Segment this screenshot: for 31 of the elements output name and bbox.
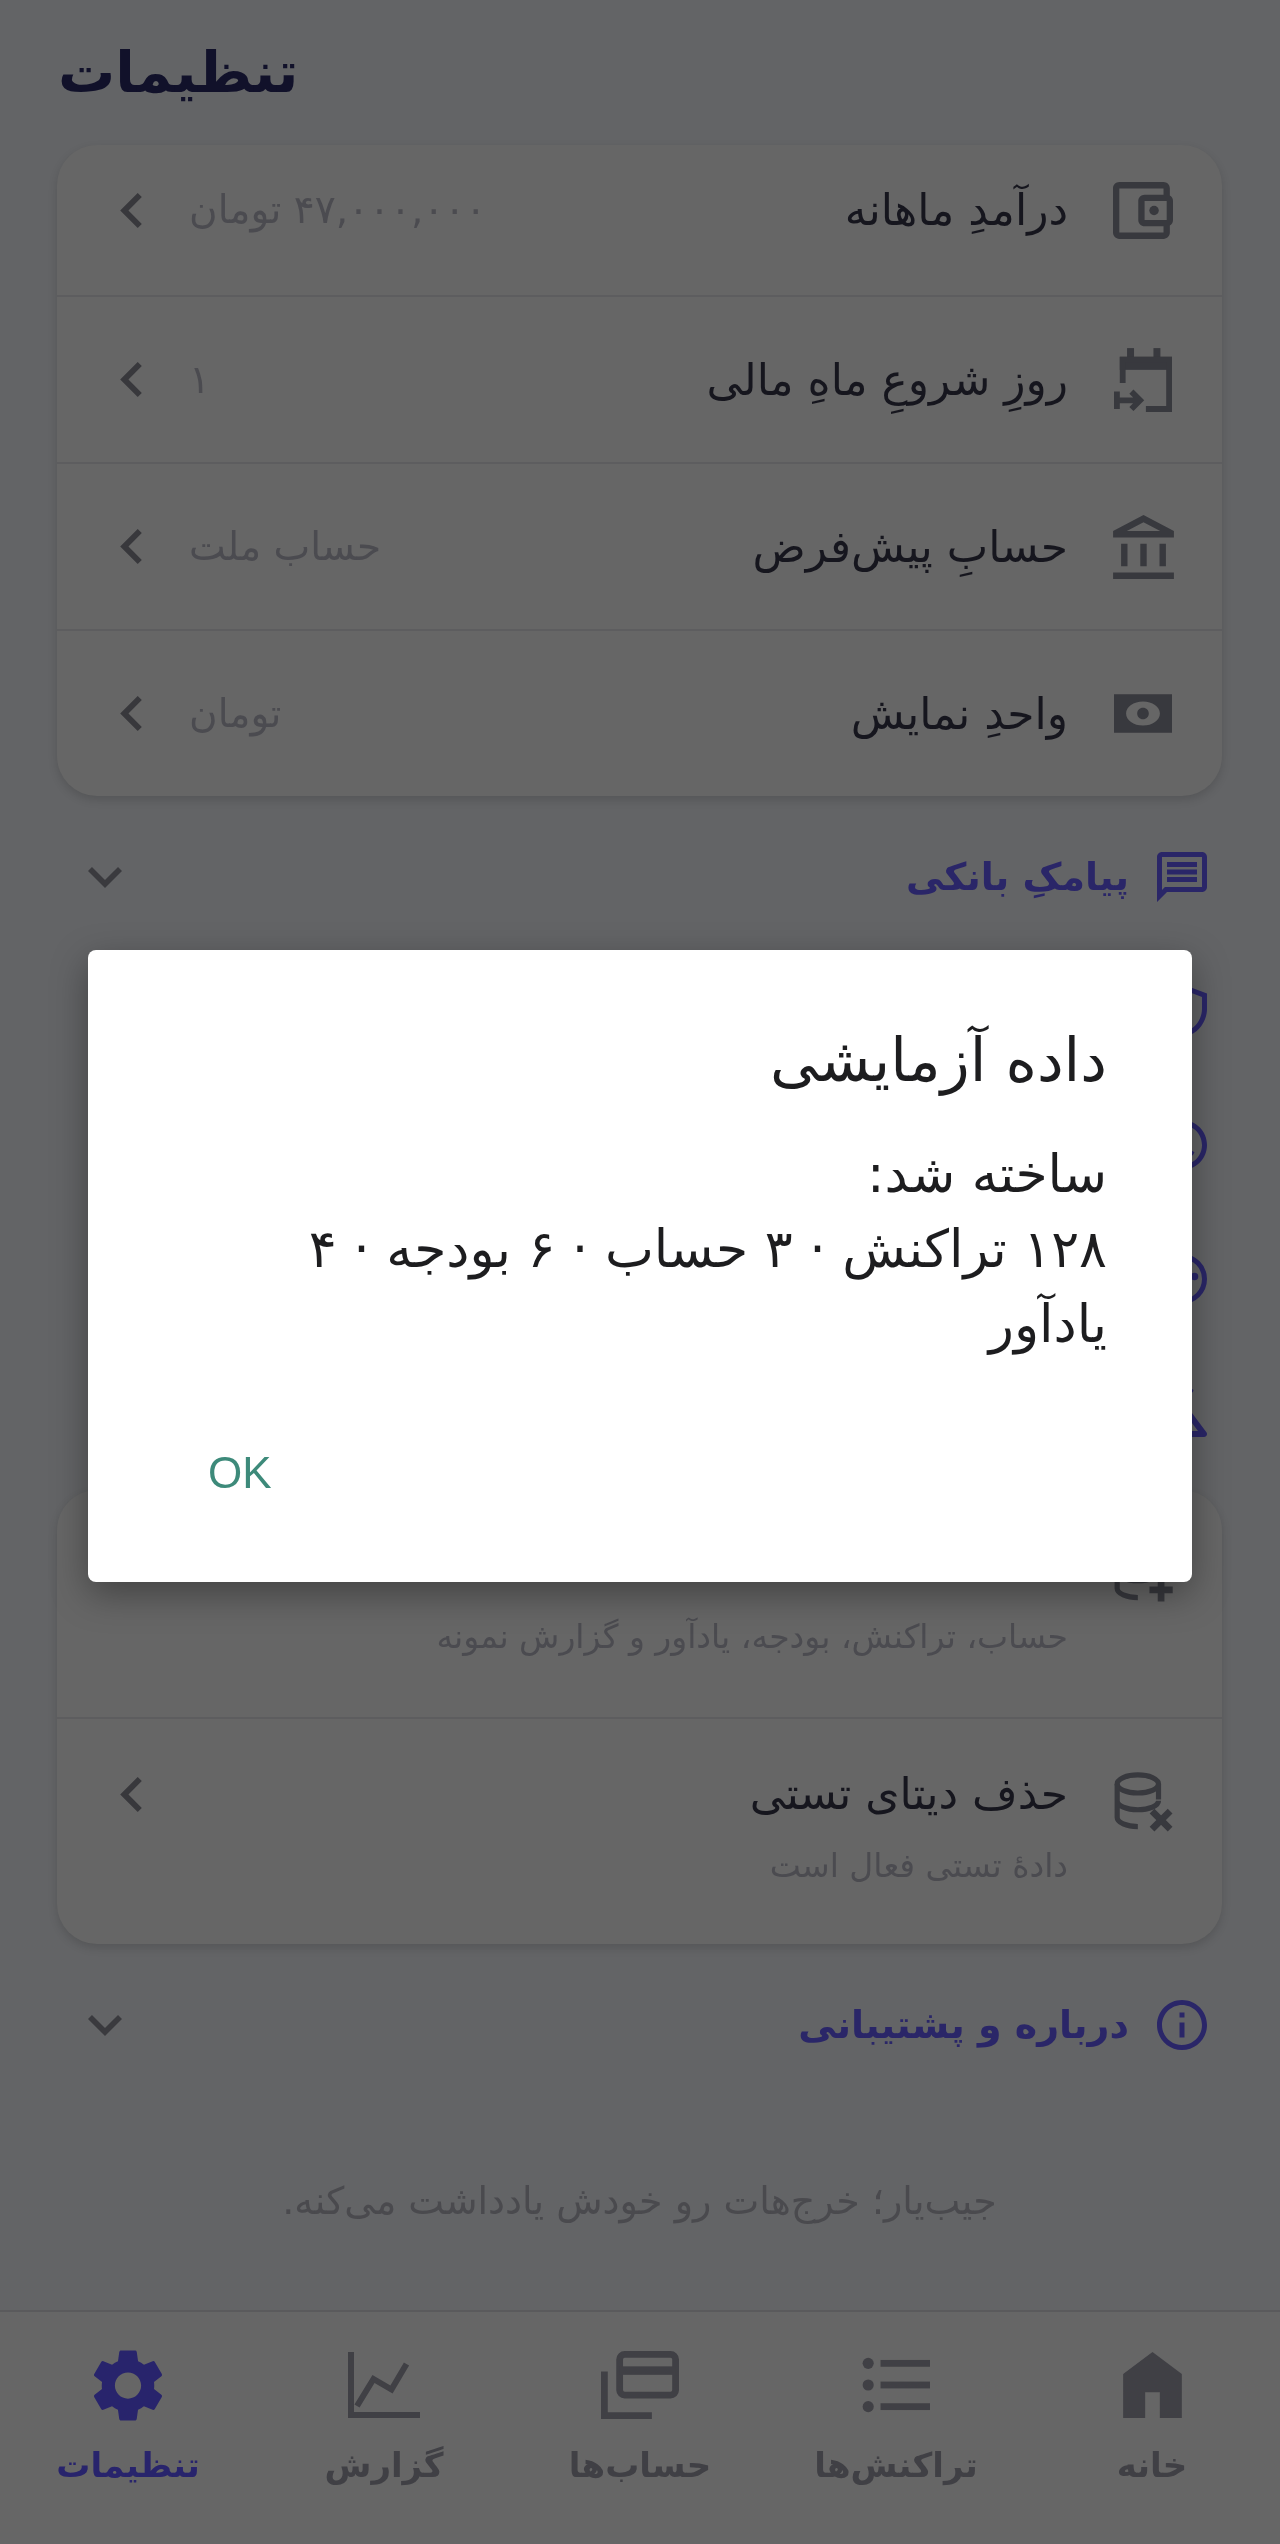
chevron-left-icon[interactable] [120, 1777, 142, 1812]
setting-label[interactable]: روزِ شروعِ ماهِ مالی [706, 346, 1068, 413]
chevron-left-icon[interactable] [120, 362, 142, 397]
chevron-left-icon[interactable] [120, 529, 142, 564]
nav-tab[interactable]: تنظیمات [0, 2312, 256, 2544]
info-icon [1157, 2000, 1207, 2050]
section-title[interactable]: پیامکِ بانکی [905, 847, 1129, 907]
chevron-left-icon[interactable] [120, 696, 142, 731]
setting-label[interactable]: درآمدِ ماهانه [844, 177, 1068, 243]
calendar-arrow-icon [1114, 347, 1172, 412]
setting-label[interactable]: واحدِ نمایش [850, 680, 1068, 747]
cards-icon [601, 2351, 679, 2419]
setting-label[interactable]: حذف دیتای تستی [749, 1761, 1068, 1827]
page-title: تنظیمات [58, 38, 299, 108]
chevron-down-icon[interactable] [88, 2014, 122, 2036]
chevron-down-icon[interactable] [88, 866, 122, 888]
banknote-icon [1114, 694, 1172, 733]
dialog-button[interactable]: OK [180, 1427, 300, 1519]
bank-icon [1112, 514, 1174, 579]
wallet-icon [1113, 181, 1173, 239]
chevron-left-icon[interactable] [120, 192, 142, 228]
message-icon [1157, 852, 1207, 902]
dialog-message: ساخته شد: ۱۲۸ تراکنش · ۳ حساب · ۶ بودجه · ۴ یادآور [307, 1143, 1107, 1357]
list-icon [862, 2357, 930, 2413]
dialog-title: داده آزمایشی [769, 1024, 1107, 1098]
database-x-icon [1112, 1771, 1174, 1833]
home-icon [1122, 2352, 1182, 2418]
settings-icon [93, 2348, 163, 2422]
section-title[interactable]: درباره و پشتیبانی [798, 1995, 1129, 2055]
line-chart-icon [348, 2352, 420, 2418]
setting-label[interactable]: حسابِ پیش‌فرض [752, 513, 1068, 580]
